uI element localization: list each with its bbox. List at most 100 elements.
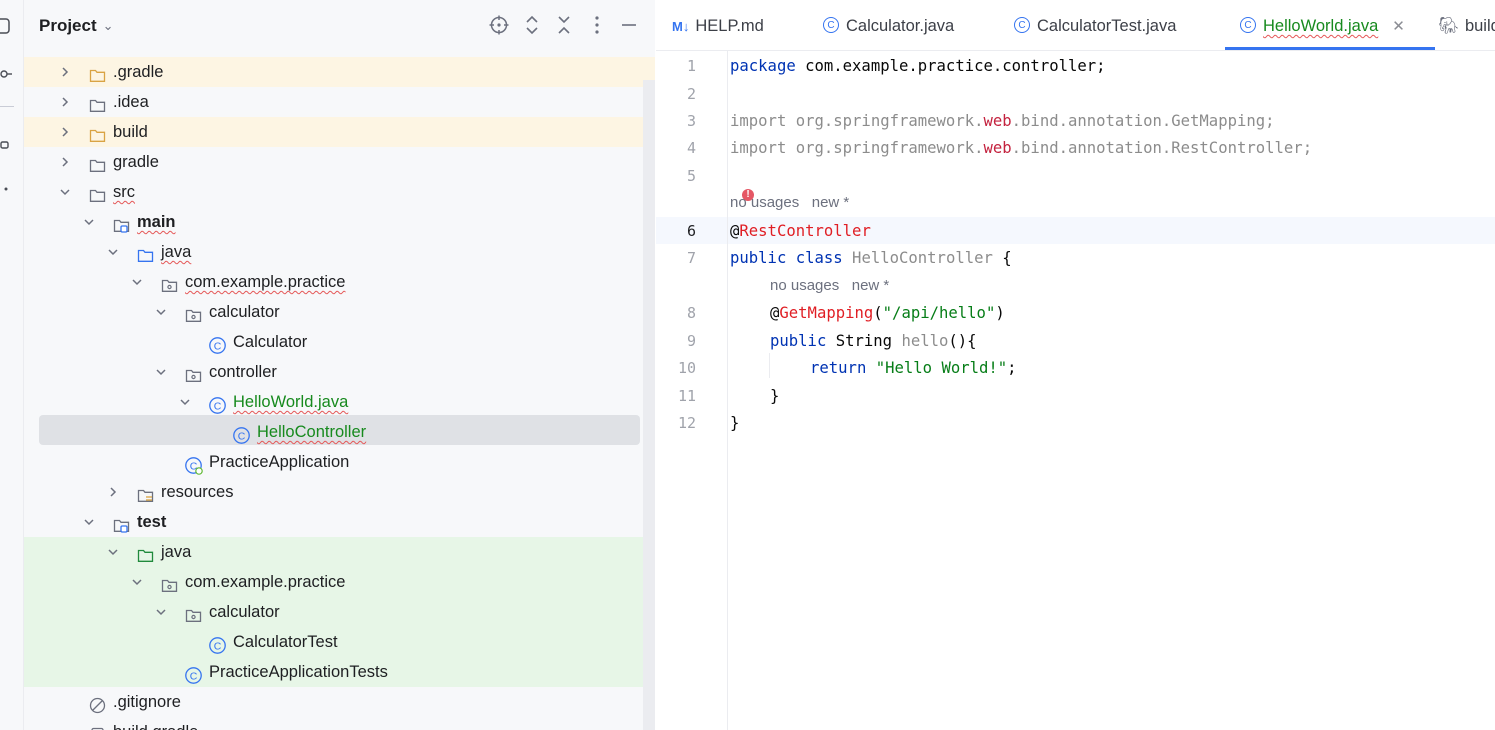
module-folder-icon <box>113 514 130 533</box>
chevron-down-icon[interactable] <box>154 357 168 389</box>
tree-row[interactable]: .idea <box>24 87 655 117</box>
line-number: 11 <box>677 387 696 405</box>
chevron-right-icon[interactable] <box>58 147 72 179</box>
tree-item-label: com.example.practice <box>185 573 346 591</box>
tree-row[interactable]: C PracticeApplicationTests <box>24 657 655 687</box>
package-icon <box>185 604 202 622</box>
tab-build-gradle[interactable]: 🐘︎ build <box>1438 0 1495 50</box>
class-name: HelloController <box>842 249 1003 267</box>
line-number: 1 <box>686 57 696 75</box>
tree-row[interactable]: C HelloWorld.java <box>24 387 655 417</box>
keyword: public class <box>730 249 843 267</box>
code-text: .bind.annotation.GetMapping; <box>1011 112 1275 130</box>
module-folder-icon <box>113 214 130 233</box>
tree-row[interactable]: gradle <box>24 147 655 177</box>
chevron-right-icon[interactable] <box>58 87 72 119</box>
project-view-selector[interactable]: Project ⌄ <box>39 16 114 36</box>
tree-row[interactable]: build <box>24 117 655 147</box>
tab-help-md[interactable]: M↓ HELP.md <box>672 0 764 50</box>
class-icon: C <box>823 16 839 33</box>
code-line-11: } <box>770 387 779 405</box>
tab-helloworld-java[interactable]: C HelloWorld.java ✕ <box>1225 0 1435 50</box>
more-tools-icon[interactable] <box>0 183 12 195</box>
chevron-down-icon[interactable] <box>154 297 168 329</box>
chevron-right-icon[interactable] <box>58 117 72 149</box>
tree-item-label: controller <box>209 363 277 381</box>
resources-folder-icon <box>137 484 154 502</box>
tree-row[interactable]: java <box>24 237 655 267</box>
code-text: ) <box>995 304 1005 322</box>
tab-calculatortest-java[interactable]: C CalculatorTest.java <box>1014 0 1176 50</box>
line-number: 12 <box>677 414 696 432</box>
code-text: (){ <box>948 332 977 350</box>
tree-row[interactable]: .gitignore <box>24 687 655 717</box>
tree-row[interactable]: src <box>24 177 655 207</box>
tree-row[interactable]: build.gradle <box>24 717 655 730</box>
code-editor[interactable]: 1 2 3 4 5 6 7 8 9 10 11 12 package com.e… <box>656 51 1495 730</box>
tree-row[interactable]: calculator <box>24 597 655 627</box>
minimize-icon[interactable] <box>618 14 640 36</box>
chevron-down-icon[interactable] <box>82 207 96 239</box>
chevron-down-icon[interactable] <box>82 507 96 539</box>
markdown-icon: M↓ <box>672 19 690 34</box>
tree-row[interactable]: calculator <box>24 297 655 327</box>
tree-row[interactable]: .gradle <box>24 57 655 87</box>
package-icon <box>185 304 202 322</box>
string-literal: "Hello World!" <box>866 359 1008 377</box>
editor-tabs: M↓ HELP.md C Calculator.java C CalculatorTe… <box>656 0 1495 51</box>
tree-row[interactable]: test <box>24 507 655 537</box>
commit-icon[interactable] <box>0 68 12 80</box>
code-line-8: @GetMapping("/api/hello") <box>770 304 1005 322</box>
tree-item-label: PracticeApplicationTests <box>209 663 388 681</box>
tree-row[interactable]: C HelloController <box>24 417 655 447</box>
chevron-down-icon[interactable] <box>58 177 72 209</box>
package-icon <box>185 364 202 382</box>
tree-row[interactable]: main <box>24 207 655 237</box>
chevron-down-icon[interactable] <box>130 567 144 599</box>
chevron-right-icon[interactable] <box>106 477 120 509</box>
tree-row[interactable]: controller <box>24 357 655 387</box>
tab-label: HelloWorld.java <box>1263 17 1379 35</box>
class-icon: C <box>185 664 202 684</box>
tree-item-label: src <box>113 183 135 201</box>
tree-row[interactable]: com.example.practice <box>24 267 655 297</box>
tree-row[interactable]: java <box>24 537 655 567</box>
tree-item-label: Calculator <box>233 333 308 351</box>
usage-hint[interactable]: no usages new * <box>730 194 849 211</box>
chevron-right-icon[interactable] <box>58 57 72 89</box>
tree-item-label: test <box>137 513 167 531</box>
tree-row[interactable]: resources <box>24 477 655 507</box>
tree-scrollbar[interactable] <box>643 80 655 730</box>
code-text: } <box>770 387 780 405</box>
tree-item-label: calculator <box>209 603 280 621</box>
collapse-all-icon[interactable] <box>553 14 575 36</box>
package-icon <box>161 574 178 592</box>
expand-all-icon[interactable] <box>521 14 543 36</box>
package-icon <box>161 274 178 292</box>
tree-row[interactable]: com.example.practice <box>24 567 655 597</box>
chevron-down-icon[interactable] <box>106 237 120 269</box>
tree-row[interactable]: C Calculator <box>24 327 655 357</box>
more-vertical-icon[interactable] <box>586 14 608 36</box>
tree-item-label: java <box>161 243 192 261</box>
chevron-down-icon[interactable] <box>130 267 144 299</box>
tab-calculator-java[interactable]: C Calculator.java <box>823 0 954 50</box>
chevron-down-icon[interactable] <box>178 387 192 419</box>
folder-icon <box>89 154 106 172</box>
usage-hint[interactable]: no usages new * <box>770 277 889 294</box>
code-text: ; <box>1007 359 1017 377</box>
structure-icon[interactable] <box>0 139 12 151</box>
project-tool-icon[interactable] <box>0 18 10 34</box>
close-icon[interactable]: ✕ <box>1392 18 1405 35</box>
chevron-down-icon[interactable] <box>106 537 120 569</box>
tree-item-label: .gradle <box>113 63 164 81</box>
locate-icon[interactable] <box>488 14 510 36</box>
chevron-down-icon[interactable] <box>154 597 168 629</box>
tree-row[interactable]: C PracticeApplication <box>24 447 655 477</box>
code-line-1: package com.example.practice.controller; <box>730 57 1106 75</box>
code-line-3: import org.springframework.web.bind.anno… <box>730 112 1275 130</box>
line-number: 3 <box>686 112 696 130</box>
tree-row[interactable]: C CalculatorTest <box>24 627 655 657</box>
code-line-6: @RestController <box>730 222 871 240</box>
gradle-file-icon <box>89 724 106 730</box>
